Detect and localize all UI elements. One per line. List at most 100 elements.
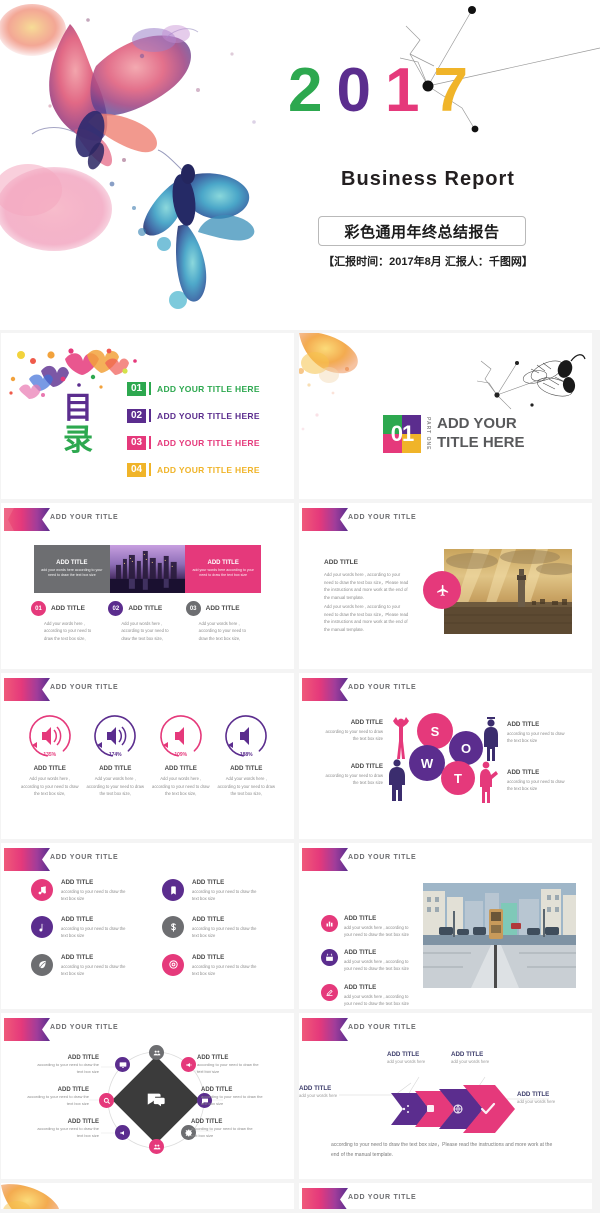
panel-3[interactable]: ADD TITLE add your words here according …: [185, 545, 262, 593]
city-skyline-photo: [109, 545, 186, 593]
arrow-label-body: add your words here: [517, 1099, 556, 1104]
arrow-label-1[interactable]: ADD TITLE add your words here: [299, 1085, 357, 1100]
diagram-label-body: according to your need to draw the text …: [201, 1094, 263, 1106]
diagram-label-4[interactable]: ADD TITLE according to your need to draw…: [197, 1055, 263, 1076]
circle-diagram: ADD TITLE according to your need to draw…: [1, 1043, 294, 1173]
node-search-left[interactable]: [99, 1093, 114, 1108]
icon-badge: [31, 953, 53, 976]
gauge-body: Add your words here , according to your …: [86, 776, 145, 797]
arrow-label-2[interactable]: ADD TITLE add your words here: [387, 1051, 449, 1066]
swot-letter: T: [454, 770, 462, 786]
numbered-item-01[interactable]: 01 ADD TITLE Add your words here , accor…: [31, 601, 108, 642]
part-title: ADD YOUR TITLE HERE: [437, 415, 587, 453]
slide-title[interactable]: 2 0 1 7 Business Report 彩色通用年终总结报告 【汇报时间…: [0, 0, 600, 330]
chart-icon: [326, 921, 333, 927]
edit-icon: [326, 989, 333, 996]
slide-part-divider[interactable]: 01 PART ONE ADD YOUR TITLE HERE: [299, 333, 592, 499]
arrow-label-title: ADD TITLE: [451, 1051, 484, 1058]
slide-table-of-contents[interactable]: 目 录 01 ADD YOUR TITLE HERE 02 ADD YOUR T…: [1, 333, 294, 499]
diagram-label-2[interactable]: ADD TITLE according to your need to draw…: [23, 1087, 89, 1108]
swot-circle-t[interactable]: T: [441, 761, 475, 795]
gauge-item-4[interactable]: 188% ADD TITLE Add your words here , acc…: [214, 713, 280, 798]
node-people-bottom[interactable]: [149, 1139, 164, 1154]
slide-arrows[interactable]: ADD YOUR TITLE ADD TITLE add your words …: [299, 1013, 592, 1179]
node-people-top[interactable]: [149, 1045, 164, 1060]
diagram-label-title: ADD TITLE: [201, 1087, 233, 1093]
gauge-item-2[interactable]: 174% ADD TITLE Add your words here , acc…: [83, 713, 149, 798]
swot-circle-w[interactable]: W: [409, 745, 445, 781]
slide-text-image[interactable]: ADD YOUR TITLE ADD TITLE Add your words …: [299, 503, 592, 669]
slide-swot[interactable]: ADD YOUR TITLE S O W T ADD TITLE accordi…: [299, 673, 592, 839]
ribbon-banner: [302, 1188, 348, 1209]
swot-label-title: ADD TITLE: [507, 721, 540, 728]
ribbon-banner: [302, 508, 348, 531]
item-number: 03: [185, 601, 201, 616]
icon-item-3[interactable]: ADD TITLE according to your need to draw…: [31, 916, 138, 939]
city-item-body: add your words here , according to your …: [344, 959, 409, 972]
diagram-label-6[interactable]: ADD TITLE according to your need to draw…: [191, 1119, 257, 1140]
toc-item-03[interactable]: 03 ADD YOUR TITLE HERE: [127, 434, 260, 451]
icon-item-4[interactable]: ADD TITLE according to your need to draw…: [162, 916, 269, 939]
city-item-text: ADD TITLE add your words here , accordin…: [344, 949, 410, 972]
slide-icon-grid[interactable]: ADD YOUR TITLE ADD TITLE according to yo…: [1, 843, 294, 1009]
gauge-percent: 188%: [239, 752, 253, 758]
content-title: ADD TITLE: [324, 559, 358, 566]
monitor-icon: [119, 1061, 126, 1068]
node-megaphone-upper-right[interactable]: [181, 1057, 196, 1072]
icon-item-title: ADD TITLE: [61, 879, 94, 886]
icon-item-2[interactable]: ADD TITLE according to your need to draw…: [162, 879, 269, 902]
toc-item-01[interactable]: 01 ADD YOUR TITLE HERE: [127, 380, 260, 397]
toc-item-02[interactable]: 02 ADD YOUR TITLE HERE: [127, 407, 260, 424]
slide-part-divider-partial[interactable]: [1, 1183, 294, 1209]
swot-circle-s[interactable]: S: [417, 713, 453, 749]
city-item-1[interactable]: ADD TITLE add your words here , accordin…: [321, 915, 413, 938]
city-item-title: ADD TITLE: [344, 983, 377, 991]
icon-item-1[interactable]: ADD TITLE according to your need to draw…: [31, 879, 138, 902]
diagram-label-3[interactable]: ADD TITLE according to your need to draw…: [33, 1119, 99, 1140]
slide-three-panels[interactable]: ADD YOUR TITLE ADD TITLE add your words …: [1, 503, 294, 669]
panel-1[interactable]: ADD TITLE add your words here according …: [34, 545, 110, 593]
part-grid-cell-green: [383, 415, 402, 434]
slide-city-list[interactable]: ADD YOUR TITLE ADD TITLE add your words …: [299, 843, 592, 1009]
arrow-label-3[interactable]: ADD TITLE add your words here: [451, 1051, 513, 1066]
gauge-item-3[interactable]: 109% ADD TITLE Add your words here , acc…: [148, 713, 214, 798]
diagram-label-1[interactable]: ADD TITLE according to your need to draw…: [33, 1055, 99, 1076]
diagram-label-title: ADD TITLE: [67, 1055, 99, 1061]
city-item-3[interactable]: ADD TITLE add your words here , accordin…: [321, 983, 413, 1007]
slide-circle-diagram[interactable]: ADD YOUR TITLE ADD TITLE according to yo…: [1, 1013, 294, 1179]
icon-item-body: according to your need to draw the text …: [192, 889, 257, 902]
numbered-items-row: 01 ADD TITLE Add your words here , accor…: [31, 601, 263, 642]
slide-gauges[interactable]: ADD YOUR TITLE 135% ADD TITLE Add your w…: [1, 673, 294, 839]
toc-bar: [149, 436, 151, 449]
slide-content-partial[interactable]: ADD YOUR TITLE: [299, 1183, 592, 1209]
icon-item-5[interactable]: ADD TITLE according to your need to draw…: [31, 953, 138, 977]
numbered-item-03[interactable]: 03 ADD TITLE Add your words here , accor…: [185, 601, 263, 642]
city-item-2[interactable]: ADD TITLE add your words here , accordin…: [321, 949, 413, 972]
swot-label-title: ADD TITLE: [350, 763, 383, 770]
icon-item-text: ADD TITLE according to your need to draw…: [192, 954, 258, 977]
icon-item-6[interactable]: ADD TITLE according to your need to draw…: [162, 953, 269, 977]
gauge-body: Add your words here , according to your …: [21, 776, 79, 797]
node-megaphone-lower-left[interactable]: [115, 1125, 130, 1140]
arrow-label-4[interactable]: ADD TITLE add your words here: [517, 1091, 579, 1106]
panel-body: add your words here according to your ne…: [41, 567, 103, 577]
numbered-item-02[interactable]: 02 ADD TITLE Add your words here , accor…: [108, 601, 185, 642]
node-monitor-upper-left[interactable]: [115, 1057, 130, 1072]
panel-2-photo[interactable]: [109, 545, 186, 593]
year-digit-2: 1: [384, 56, 420, 125]
swot-label-2[interactable]: ADD TITLE according to your need to draw…: [507, 721, 569, 744]
swot-label-1[interactable]: ADD TITLE according to your need to draw…: [321, 719, 384, 742]
diagram-label-body: according to your need to draw the text …: [191, 1126, 253, 1138]
toc-bar: [149, 409, 151, 422]
icon-badge: [162, 916, 184, 939]
people-icon: [153, 1144, 160, 1149]
airplane-badge: [423, 571, 461, 609]
gauge-item-1[interactable]: 135% ADD TITLE Add your words here , acc…: [17, 713, 83, 798]
diagram-label-5[interactable]: ADD TITLE according to your need to draw…: [201, 1087, 267, 1108]
arrow-label-title: ADD TITLE: [517, 1091, 550, 1098]
swot-label-3[interactable]: ADD TITLE according to your need to draw…: [321, 763, 384, 786]
toc-item-04[interactable]: 04 ADD YOUR TITLE HERE: [127, 461, 260, 478]
item-body: Add your words here , according to your …: [121, 621, 169, 641]
swot-label-4[interactable]: ADD TITLE according to your need to draw…: [507, 769, 569, 792]
item-number: 02: [108, 601, 124, 616]
